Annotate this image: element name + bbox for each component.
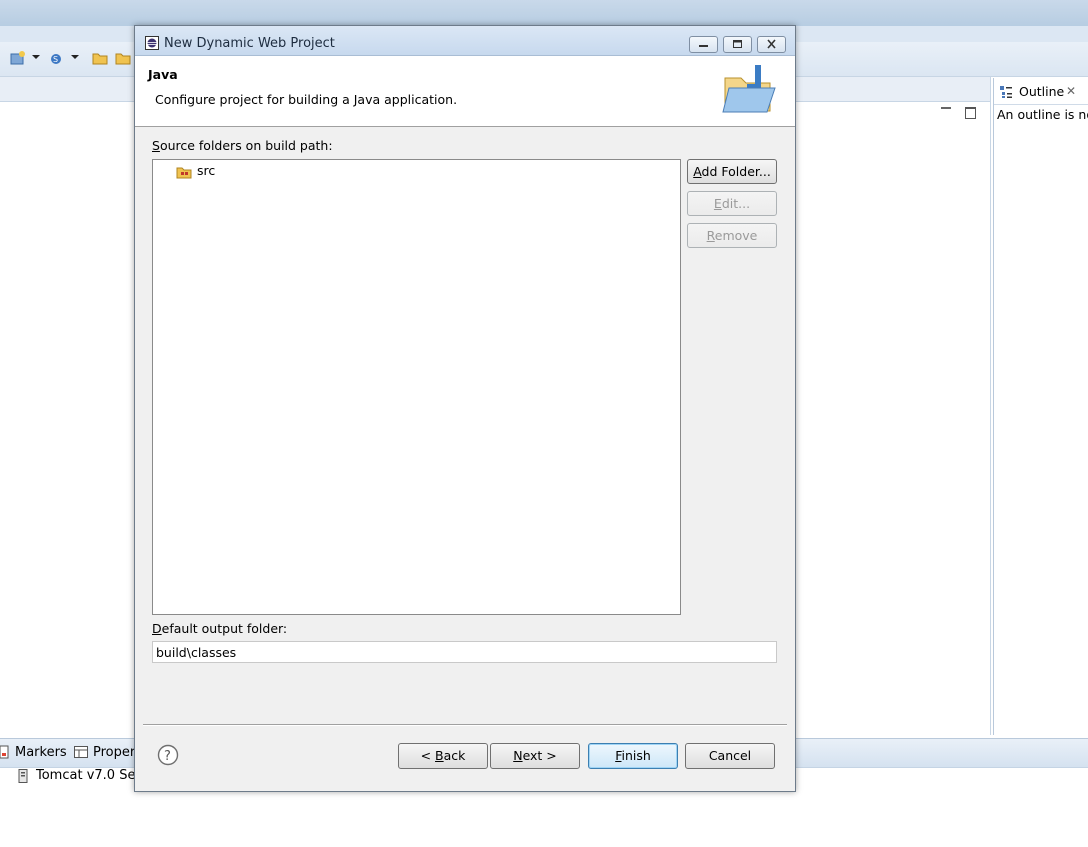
- chevron-down-icon[interactable]: [32, 55, 40, 59]
- output-folder-input[interactable]: [152, 641, 777, 663]
- chevron-down-icon[interactable]: [71, 55, 79, 59]
- finish-button[interactable]: Finish: [588, 743, 678, 769]
- output-folder-label: Default output folder:: [152, 621, 288, 636]
- source-folders-list[interactable]: [152, 159, 681, 615]
- outline-tab-label[interactable]: Outline: [1019, 84, 1064, 99]
- page-title: Java: [148, 67, 178, 82]
- page-description: Configure project for building a Java ap…: [155, 92, 458, 107]
- source-folder-name: src: [197, 163, 216, 178]
- remove-button[interactable]: Remove: [687, 223, 777, 248]
- dialog-title: New Dynamic Web Project: [164, 36, 335, 51]
- minimize-icon: [699, 45, 708, 47]
- window-minimize-button[interactable]: [689, 36, 718, 53]
- close-icon: [767, 39, 776, 49]
- maximize-view-icon[interactable]: [965, 107, 976, 119]
- cancel-button[interactable]: Cancel: [685, 743, 775, 769]
- svg-text:?: ?: [164, 749, 171, 764]
- back-button[interactable]: < Back: [398, 743, 488, 769]
- open-folder-icon[interactable]: [92, 51, 108, 65]
- tab-markers[interactable]: Markers: [15, 745, 67, 760]
- add-folder-button[interactable]: Add Folder...: [687, 159, 777, 184]
- properties-icon: [74, 746, 88, 758]
- maximize-icon: [733, 40, 742, 48]
- ide-titlebar: [0, 0, 1088, 26]
- window-maximize-button[interactable]: [723, 36, 752, 53]
- next-button[interactable]: Next >: [490, 743, 580, 769]
- minimize-view-icon[interactable]: [941, 107, 951, 109]
- source-folders-label: Source folders on build path:: [152, 138, 333, 153]
- open-type-icon[interactable]: [115, 51, 131, 65]
- svg-text:S: S: [53, 55, 58, 64]
- tab-properties[interactable]: Proper: [93, 745, 135, 760]
- folder-banner-icon: [722, 65, 776, 113]
- outline-panel: [993, 78, 1088, 735]
- window-close-button[interactable]: [757, 36, 786, 53]
- footer-divider: [143, 724, 787, 726]
- source-folder-icon: [176, 167, 192, 179]
- new-server-icon[interactable]: S: [49, 51, 65, 65]
- edit-button[interactable]: Edit...: [687, 191, 777, 216]
- close-icon[interactable]: ✕: [1066, 84, 1076, 98]
- new-wizard-icon[interactable]: [10, 51, 26, 65]
- outline-message: An outline is no: [997, 107, 1088, 122]
- server-icon: [18, 769, 28, 783]
- markers-icon: [0, 745, 9, 759]
- help-icon[interactable]: ?: [157, 744, 179, 766]
- new-project-dialog: New Dynamic Web Project Java Configure p…: [134, 25, 796, 792]
- eclipse-icon: [145, 36, 159, 50]
- server-list-item[interactable]: Tomcat v7.0 Serv: [36, 768, 148, 783]
- outline-icon: [1000, 86, 1012, 98]
